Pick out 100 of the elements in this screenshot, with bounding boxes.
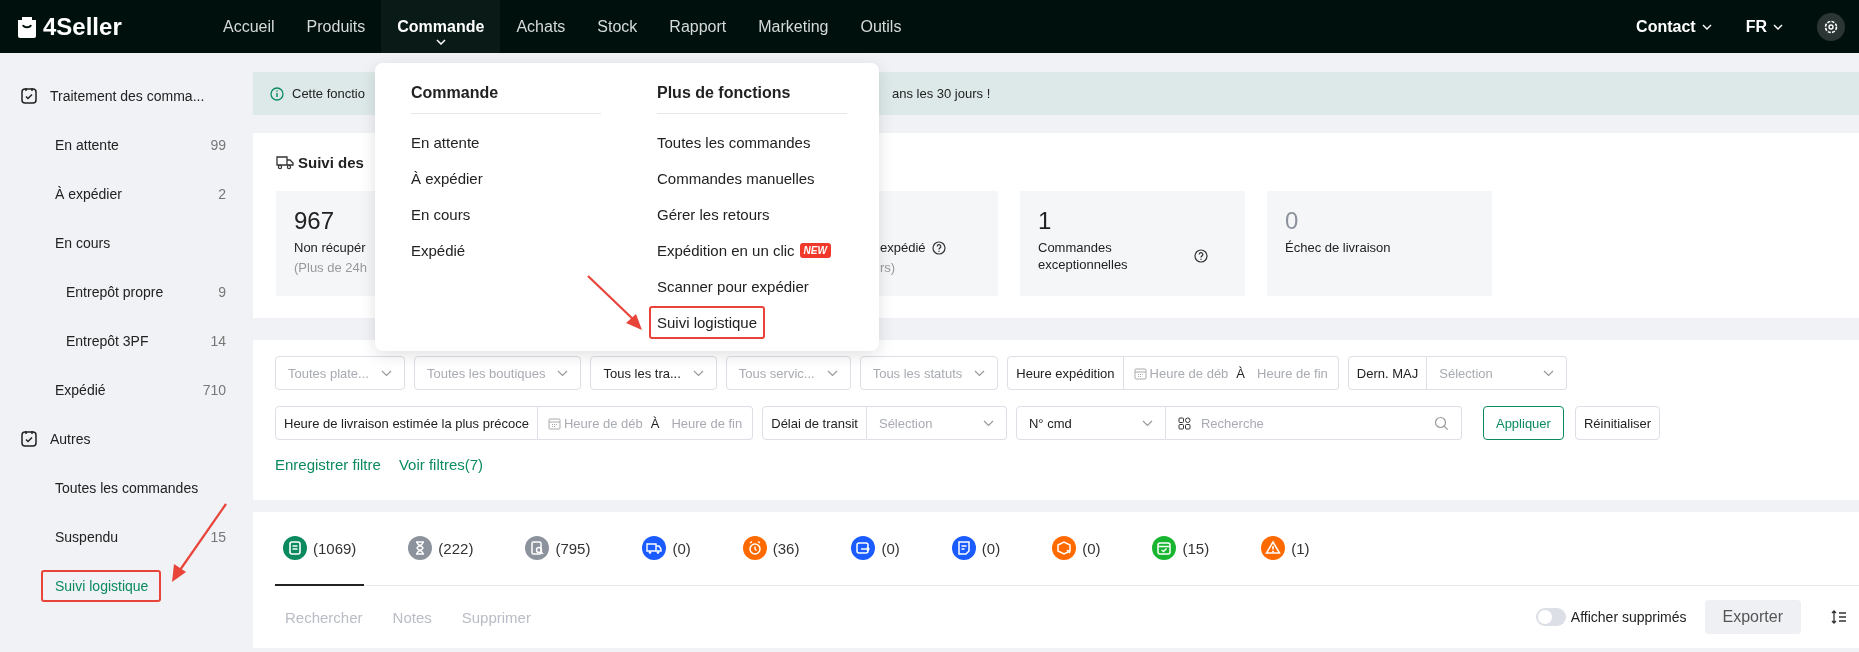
stat-value: 1 <box>1038 207 1053 236</box>
status-tab[interactable]: (36) <box>734 512 808 586</box>
stat-label: Échec de livraison <box>1285 239 1391 256</box>
search-type-select[interactable]: N° cmd <box>1015 406 1166 440</box>
nav-tab[interactable]: Rapport <box>653 0 743 53</box>
menu-heading: Commande <box>411 79 601 114</box>
nav-tab[interactable]: Accueil <box>207 0 291 53</box>
menu-item[interactable]: À expédier <box>403 161 491 195</box>
toggle-switch[interactable] <box>1535 608 1566 626</box>
status-tab[interactable]: (222) <box>400 512 482 586</box>
date-range-field[interactable]: Heure de déb À Heure de fin <box>537 406 754 440</box>
chevron-down-icon <box>380 369 392 377</box>
export-button[interactable]: Exporter <box>1704 600 1801 634</box>
apply-button[interactable]: Appliquer <box>1482 406 1564 440</box>
stat-label: Non récupér <box>294 239 366 256</box>
chevron-down-icon <box>692 369 704 377</box>
help-icon <box>1194 249 1208 263</box>
item-count: 9 <box>218 283 226 300</box>
filter-label: Heure de livraison estimée la plus précoce <box>275 406 538 440</box>
menu-item[interactable]: Toutes les commandes <box>649 125 819 159</box>
menu-item[interactable]: Suivi logistique <box>649 305 766 339</box>
language-dropdown[interactable]: FR <box>1745 17 1783 36</box>
info-icon <box>270 86 284 101</box>
sidebar-item[interactable]: Toutes les commandes <box>41 471 212 504</box>
banner-text: Cette fonctio <box>292 86 366 101</box>
settings-icon[interactable] <box>1817 12 1845 41</box>
chevron-down-icon <box>1773 23 1783 30</box>
chevron-down-icon <box>557 369 569 377</box>
chevron-down-icon <box>974 369 986 377</box>
row-height-icon[interactable] <box>1831 609 1847 625</box>
nav-tab[interactable]: Achats <box>500 0 582 53</box>
status-tab[interactable]: (795) <box>517 512 599 586</box>
logo-text: 4Seller <box>43 12 122 41</box>
sidebar-item[interactable]: Suspendu <box>41 520 132 553</box>
filter-label: Dern. MAJ <box>1347 356 1428 390</box>
status-tab[interactable]: (1) <box>1253 512 1318 586</box>
status-tab[interactable]: (0) <box>1044 512 1109 586</box>
stat-note: rs) <box>880 260 897 275</box>
stat-card[interactable]: 0 Échec de livraison <box>1267 191 1492 296</box>
nav-tab[interactable]: Commande <box>381 0 501 53</box>
sidebar-section-title[interactable]: Traitement des comma... <box>50 87 205 104</box>
item-count: 99 <box>210 136 226 153</box>
chevron-down-icon <box>826 369 838 377</box>
sidebar-item[interactable]: Entrepôt propre <box>52 275 177 308</box>
panel-title: Suivi des <box>298 153 364 171</box>
help-icon <box>931 240 946 255</box>
stat-value: 967 <box>294 207 336 236</box>
sidebar-item[interactable]: En cours <box>41 226 124 259</box>
status-tab[interactable]: (15) <box>1144 512 1218 586</box>
sidebar-item[interactable]: Suivi logistique <box>41 569 162 602</box>
chevron-down-icon <box>1141 419 1153 427</box>
nav-tab[interactable]: Stock <box>581 0 654 53</box>
filter-link[interactable]: Voir filtres(7) <box>398 456 484 473</box>
sidebar-item[interactable]: Expédié <box>41 373 119 406</box>
filter-link[interactable]: Enregistrer filtre <box>275 456 381 473</box>
grid-icon <box>1177 416 1191 430</box>
stat-label: Commandes exceptionnelles <box>1038 239 1129 273</box>
menu-item[interactable]: Commandes manuelles <box>649 161 823 195</box>
nav-tab[interactable]: Produits <box>290 0 382 53</box>
calendar-icon <box>1133 366 1147 380</box>
stat-note: (Plus de 24h <box>294 260 367 275</box>
new-badge: NEW <box>799 242 831 258</box>
date-range-field[interactable]: Heure de déb À Heure de fin <box>1123 356 1339 390</box>
stat-label: expédié <box>880 239 926 256</box>
caret-icon <box>435 39 446 45</box>
filter-label: Délai de transit <box>762 406 867 440</box>
filter-label: Heure expédition <box>1007 356 1124 390</box>
search-icon <box>1433 415 1449 431</box>
contact-dropdown[interactable]: Contact <box>1636 17 1712 36</box>
status-tab[interactable]: (0) <box>634 512 699 586</box>
item-count: 15 <box>210 528 226 545</box>
menu-item[interactable]: En cours <box>403 197 479 231</box>
truck-icon <box>276 154 294 170</box>
clipboard-check-icon <box>21 87 37 104</box>
banner-text: ans les 30 jours ! <box>892 86 991 101</box>
menu-item[interactable]: Scanner pour expédier <box>649 269 817 303</box>
menu-heading: Plus de fonctions <box>657 79 847 114</box>
calendar-icon <box>547 416 561 430</box>
menu-item[interactable]: Expédié <box>403 233 474 267</box>
clipboard-check-icon <box>21 430 37 447</box>
status-tab[interactable]: (0) <box>943 512 1009 586</box>
stat-value: 0 <box>1285 207 1300 236</box>
chevron-down-icon <box>982 419 994 427</box>
sidebar-section-title[interactable]: Autres <box>50 430 91 447</box>
select-field[interactable]: Tous les tra... <box>590 356 717 390</box>
sidebar-item[interactable]: En attente <box>41 128 132 161</box>
sidebar-item[interactable]: Entrepôt 3PF <box>52 324 162 357</box>
stat-card[interactable]: 1 Commandes exceptionnelles <box>1020 191 1245 296</box>
item-count: 2 <box>218 185 226 202</box>
item-count: 710 <box>202 381 226 398</box>
shopping-bag-icon <box>16 14 38 39</box>
menu-item[interactable]: Gérer les retours <box>649 197 778 231</box>
item-count: 14 <box>210 332 226 349</box>
nav-tab[interactable]: Outils <box>844 0 918 53</box>
menu-item[interactable]: En attente <box>403 125 488 159</box>
reset-button[interactable]: Réinitialiser <box>1574 406 1661 440</box>
sidebar-item[interactable]: À expédier <box>41 177 135 210</box>
nav-tab[interactable]: Marketing <box>742 0 845 53</box>
status-tab[interactable]: (1069) <box>275 512 365 586</box>
status-tab[interactable]: (0) <box>843 512 908 586</box>
